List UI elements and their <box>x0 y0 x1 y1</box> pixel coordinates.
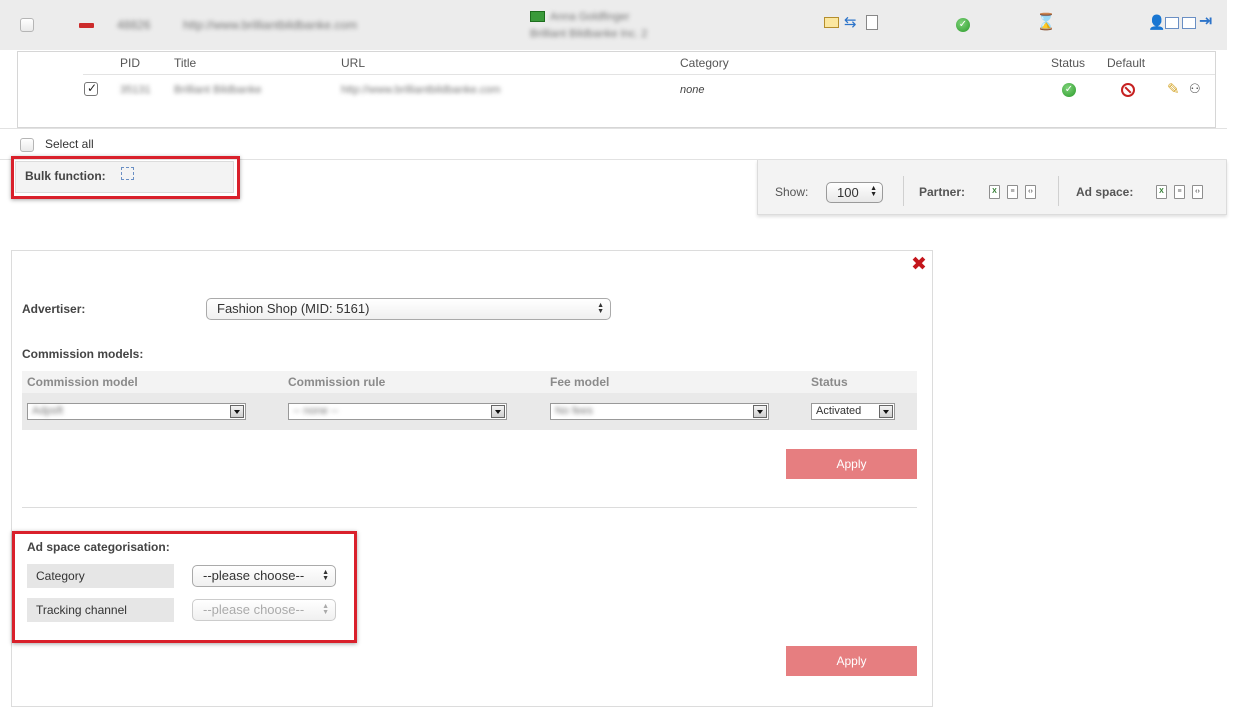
ad-space-categorisation-label: Ad space categorisation: <box>27 540 170 554</box>
ad-space-pid: 35131 <box>120 84 151 96</box>
edit-document-icon[interactable] <box>866 15 878 30</box>
window-alt-icon[interactable] <box>1182 17 1196 29</box>
tracking-channel-label: Tracking channel <box>27 598 174 622</box>
close-icon[interactable]: ✖ <box>911 253 927 276</box>
commission-rule-select[interactable]: -- none -- <box>288 403 507 420</box>
tracking-channel-value: --please choose-- <box>203 602 305 617</box>
commission-rule-value: -- none -- <box>293 405 339 417</box>
contact-name: Anna Goldfinger <box>550 11 630 23</box>
ad-space-category: none <box>680 84 705 96</box>
dialog-divider <box>22 507 917 508</box>
col-header-category: Category <box>680 56 729 70</box>
commission-model-select[interactable]: Adpsft <box>27 403 246 420</box>
partner-row-checkbox[interactable] <box>20 18 34 32</box>
dropdown-arrow-icon[interactable] <box>491 405 505 418</box>
col-header-pid: PID <box>120 56 141 70</box>
pencil-icon[interactable]: ✎ <box>1167 80 1180 98</box>
partner-export-label: Partner: <box>919 185 966 199</box>
page-size-value: 100 <box>837 185 859 200</box>
ad-space-url[interactable]: http://www.brilliantbildbanke.com <box>341 84 501 96</box>
ad-space-xml-icon[interactable]: ‹› <box>1192 185 1203 199</box>
ad-space-export-label: Ad space: <box>1076 185 1134 199</box>
partner-xml-icon[interactable]: ‹› <box>1025 185 1036 199</box>
ad-space-status-ok-icon: ✓ <box>1062 83 1076 97</box>
toolbar-separator-2 <box>1058 176 1059 206</box>
dropdown-arrow-icon[interactable] <box>753 405 767 418</box>
fee-model-select[interactable]: No fees <box>550 403 769 420</box>
page-size-select[interactable]: 100 ▲ ▼ <box>826 182 883 203</box>
cm-header-model: Commission model <box>27 375 138 389</box>
mail-icon[interactable] <box>824 17 839 28</box>
show-label: Show: <box>775 185 809 199</box>
apply-commission-button[interactable]: Apply <box>786 449 917 479</box>
hierarchy-icon[interactable]: ⚇ <box>1189 81 1201 97</box>
fee-model-value: No fees <box>555 405 593 417</box>
bulk-function-label: Bulk function: <box>25 169 106 183</box>
partner-url[interactable]: http://www.brilliantbildbanke.com <box>183 18 357 32</box>
cm-header-status: Status <box>811 375 848 389</box>
tracking-channel-select[interactable]: --please choose-- ▲ ▼ <box>192 599 336 621</box>
advertiser-value: Fashion Shop (MID: 5161) <box>217 301 370 316</box>
cm-header-rule: Commission rule <box>288 375 386 389</box>
contact-card-icon <box>530 11 545 22</box>
category-label: Category <box>27 564 174 588</box>
select-all-label: Select all <box>45 137 94 151</box>
partner-text-icon[interactable]: ≡ <box>1007 185 1018 199</box>
window-icon[interactable] <box>1165 17 1179 29</box>
commission-model-value: Adpsft <box>32 405 64 417</box>
apply-categorisation-button[interactable]: Apply <box>786 646 917 676</box>
hourglass-icon: ⌛ <box>1036 14 1056 31</box>
exchange-icon[interactable]: ⇆ <box>844 15 860 30</box>
advertiser-label: Advertiser: <box>22 302 86 316</box>
cm-status-value: Activated <box>816 405 862 417</box>
col-header-default: Default <box>1107 56 1146 70</box>
bulk-select-icon[interactable] <box>121 167 134 180</box>
ad-space-title: Brilliant Bildbanke <box>174 84 262 96</box>
category-select[interactable]: --please choose-- ▲ ▼ <box>192 565 336 587</box>
cm-header-fee: Fee model <box>550 375 610 389</box>
ad-space-text-icon[interactable]: ≡ <box>1174 185 1185 199</box>
commission-table-header: Commission model Commission rule Fee mod… <box>22 371 917 393</box>
advertiser-select[interactable]: Fashion Shop (MID: 5161) ▲ ▼ <box>206 298 611 320</box>
category-value: --please choose-- <box>203 568 305 583</box>
user-icon[interactable]: 👤 <box>1148 14 1165 30</box>
partner-id: 48826 <box>117 18 151 32</box>
dropdown-arrow-icon[interactable] <box>230 405 244 418</box>
subtable-divider <box>83 74 1215 75</box>
col-header-status: Status <box>1051 56 1086 70</box>
toolbar-separator <box>903 176 904 206</box>
ad-space-default-no-icon <box>1121 83 1135 97</box>
ad-space-excel-icon[interactable]: X <box>1156 185 1167 199</box>
partner-excel-icon[interactable]: X <box>989 185 1000 199</box>
collapse-icon[interactable] <box>79 23 94 28</box>
ad-space-checkbox[interactable] <box>84 81 98 96</box>
cm-status-select[interactable]: Activated <box>811 403 895 420</box>
forward-arrow-icon[interactable]: ⇥ <box>1199 13 1215 31</box>
contact-company: Brilliant Bildbanke Inc. 2 <box>530 28 648 40</box>
col-header-title: Title <box>174 56 197 70</box>
status-ok-icon: ✓ <box>956 18 970 32</box>
commission-models-label: Commission models: <box>22 347 144 361</box>
select-all-checkbox[interactable] <box>20 138 34 152</box>
dropdown-arrow-icon[interactable] <box>879 405 893 418</box>
col-header-url: URL <box>341 56 366 70</box>
